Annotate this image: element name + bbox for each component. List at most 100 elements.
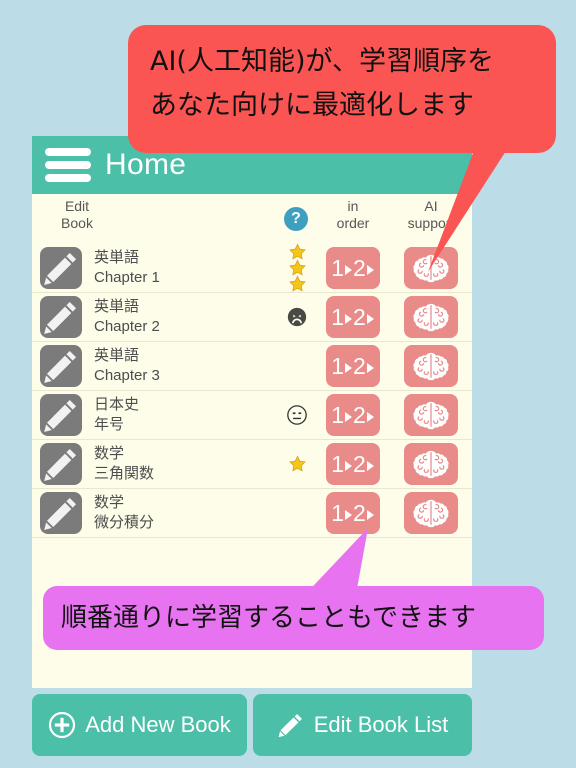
star-icon	[288, 455, 306, 472]
add-new-book-button[interactable]: Add New Book	[32, 694, 247, 756]
pencil-icon	[44, 301, 77, 334]
help-icon[interactable]: ?	[284, 207, 308, 231]
book-title: 英単語	[94, 249, 140, 266]
footer-bar: Add New Book Edit Book List	[32, 694, 472, 756]
edit-book-button[interactable]	[40, 345, 82, 387]
order-digit-2: 2	[353, 303, 366, 330]
callout-ai-line1: AI(人工知能)が、学習順序を	[150, 46, 494, 77]
ai-support-button[interactable]	[404, 394, 458, 436]
plus-circle-icon	[49, 711, 76, 739]
table-row: 数学三角関数 1 2	[32, 440, 472, 489]
brain-icon	[413, 352, 449, 381]
brain-icon	[413, 450, 449, 479]
arrow-right-icon	[345, 412, 352, 422]
brain-icon	[413, 499, 449, 528]
callout-ai-line2: あなた向けに最適化します	[150, 90, 474, 121]
arrow-right-icon	[366, 461, 374, 471]
status-badge	[278, 243, 316, 292]
star-icon	[288, 275, 306, 292]
edit-book-button[interactable]	[40, 247, 82, 289]
arrow-right-icon	[366, 510, 374, 520]
hamburger-bar	[45, 161, 91, 169]
arrow-right-icon	[345, 265, 352, 275]
hamburger-icon[interactable]	[45, 148, 91, 182]
arrow-right-icon	[366, 314, 374, 324]
arrow-right-icon	[366, 363, 374, 373]
pencil-icon	[44, 399, 77, 432]
in-order-button[interactable]: 12	[326, 296, 380, 338]
column-label-in-order-line2: order	[336, 215, 370, 231]
ai-support-button[interactable]	[404, 443, 458, 485]
brain-icon	[413, 401, 449, 430]
order-digit-2: 2	[353, 254, 366, 281]
neutral-face-icon	[287, 405, 307, 425]
arrow-right-icon	[366, 412, 374, 422]
column-label-edit-book: Edit Book	[46, 198, 108, 232]
book-list: 英単語 Chapter 1 1 2 英単語 Chapter 2 1 2 英単語 Chapter 3…	[32, 243, 472, 538]
in-order-button[interactable]: 12	[326, 492, 380, 534]
order-digit-2: 2	[353, 401, 366, 428]
pencil-icon	[44, 350, 77, 383]
in-order-button[interactable]: 12	[326, 394, 380, 436]
arrow-right-icon	[345, 461, 352, 471]
edit-book-list-label: Edit Book List	[313, 712, 449, 737]
status-badge	[278, 440, 316, 488]
edit-book-list-button[interactable]: Edit Book List	[253, 694, 472, 756]
in-order-button[interactable]: 12	[326, 443, 380, 485]
book-title: 英単語	[94, 298, 140, 315]
order-digit-2: 2	[353, 450, 366, 477]
order-digit-1: 1	[331, 303, 344, 330]
hamburger-bar	[45, 148, 91, 156]
table-row: 英単語 Chapter 1 12	[32, 243, 472, 293]
table-row: 英単語 Chapter 2 12	[32, 293, 472, 342]
ai-support-button[interactable]	[404, 247, 458, 289]
book-title: 数学	[94, 494, 125, 511]
book-subtitle: 微分積分	[94, 514, 155, 531]
table-row: 数学微分積分 1 2	[32, 489, 472, 538]
book-subtitle: 年号	[94, 416, 125, 433]
book-title: 数学	[94, 445, 125, 462]
brain-icon	[413, 303, 449, 332]
pencil-icon	[44, 497, 77, 530]
column-label-edit-book-line2: Book	[61, 215, 93, 231]
in-order-button[interactable]: 12	[326, 345, 380, 387]
callout-ai-bubble: AI(人工知能)が、学習順序を あなた向けに最適化します	[128, 25, 556, 153]
status-badge	[278, 293, 316, 341]
frowning-face-icon	[287, 307, 307, 327]
column-label-edit-book-line1: Edit	[64, 198, 90, 214]
status-badge	[278, 489, 316, 537]
order-digit-1: 1	[331, 450, 344, 477]
order-digit-1: 1	[331, 254, 344, 281]
book-subtitle: 三角関数	[94, 465, 155, 482]
arrow-right-icon	[345, 314, 352, 324]
arrow-right-icon	[345, 510, 352, 520]
book-subtitle: Chapter 2	[94, 318, 160, 335]
callout-order-text: 順番通りに学習することもできます	[61, 603, 476, 633]
ai-support-button[interactable]	[404, 345, 458, 387]
column-label-in-order: in order	[320, 198, 386, 232]
order-digit-1: 1	[331, 401, 344, 428]
column-label-ai-support-line2: support	[407, 215, 455, 231]
brain-icon	[413, 254, 449, 283]
order-digit-2: 2	[353, 352, 366, 379]
ai-support-button[interactable]	[404, 492, 458, 534]
edit-book-button[interactable]	[40, 394, 82, 436]
column-header-row: Edit Book ? in order AI support	[32, 194, 472, 244]
arrow-right-icon	[345, 363, 352, 373]
status-badge	[278, 391, 316, 439]
in-order-button[interactable]: 12	[326, 247, 380, 289]
book-title: 英単語	[94, 347, 140, 364]
add-new-book-label: Add New Book	[85, 712, 231, 737]
star-rating	[288, 243, 307, 292]
edit-book-button[interactable]	[40, 443, 82, 485]
callout-order-bubble: 順番通りに学習することもできます	[43, 586, 544, 650]
table-row: 日本史 年号 1 2	[32, 391, 472, 440]
edit-book-button[interactable]	[40, 492, 82, 534]
edit-book-button[interactable]	[40, 296, 82, 338]
book-subtitle: Chapter 1	[94, 269, 160, 286]
book-subtitle: Chapter 3	[94, 367, 160, 384]
pencil-icon	[278, 714, 302, 738]
status-badge	[278, 342, 316, 390]
column-label-in-order-line1: in	[347, 198, 359, 214]
ai-support-button[interactable]	[404, 296, 458, 338]
